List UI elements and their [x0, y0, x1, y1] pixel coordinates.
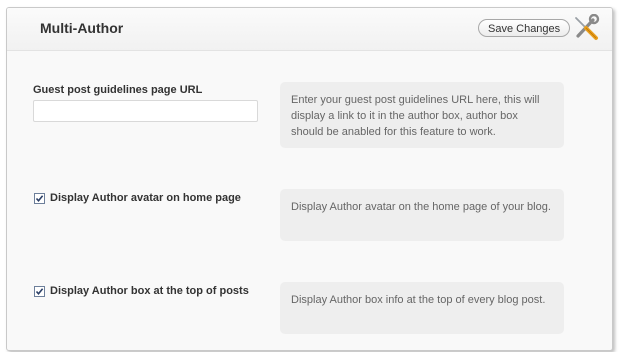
- guest-post-url-label: Guest post guidelines page URL: [33, 84, 203, 96]
- checkmark-icon: [35, 287, 44, 295]
- avatar-home-setting: Display Author avatar on home page: [34, 192, 241, 204]
- author-box-top-setting: Display Author box at the top of posts: [34, 285, 249, 297]
- author-box-top-description: Display Author box info at the top of ev…: [280, 282, 564, 334]
- author-box-top-checkbox[interactable]: [34, 285, 45, 297]
- page-title: Multi-Author: [40, 20, 124, 36]
- panel-header: Multi-Author Save Changes: [7, 8, 612, 51]
- save-changes-button[interactable]: Save Changes: [478, 19, 571, 37]
- settings-panel: Multi-Author Save Changes Guest post gui…: [6, 7, 613, 351]
- guest-post-url-input[interactable]: [33, 100, 258, 122]
- avatar-home-label: Display Author avatar on home page: [50, 192, 241, 204]
- avatar-home-description: Display Author avatar on the home page o…: [280, 189, 564, 241]
- guest-post-url-description: Enter your guest post guidelines URL her…: [280, 82, 564, 148]
- checkmark-icon: [35, 194, 44, 202]
- author-box-top-label: Display Author box at the top of posts: [50, 285, 249, 297]
- avatar-home-checkbox[interactable]: [34, 192, 45, 204]
- screwdriver-wrench-icon: [575, 14, 600, 40]
